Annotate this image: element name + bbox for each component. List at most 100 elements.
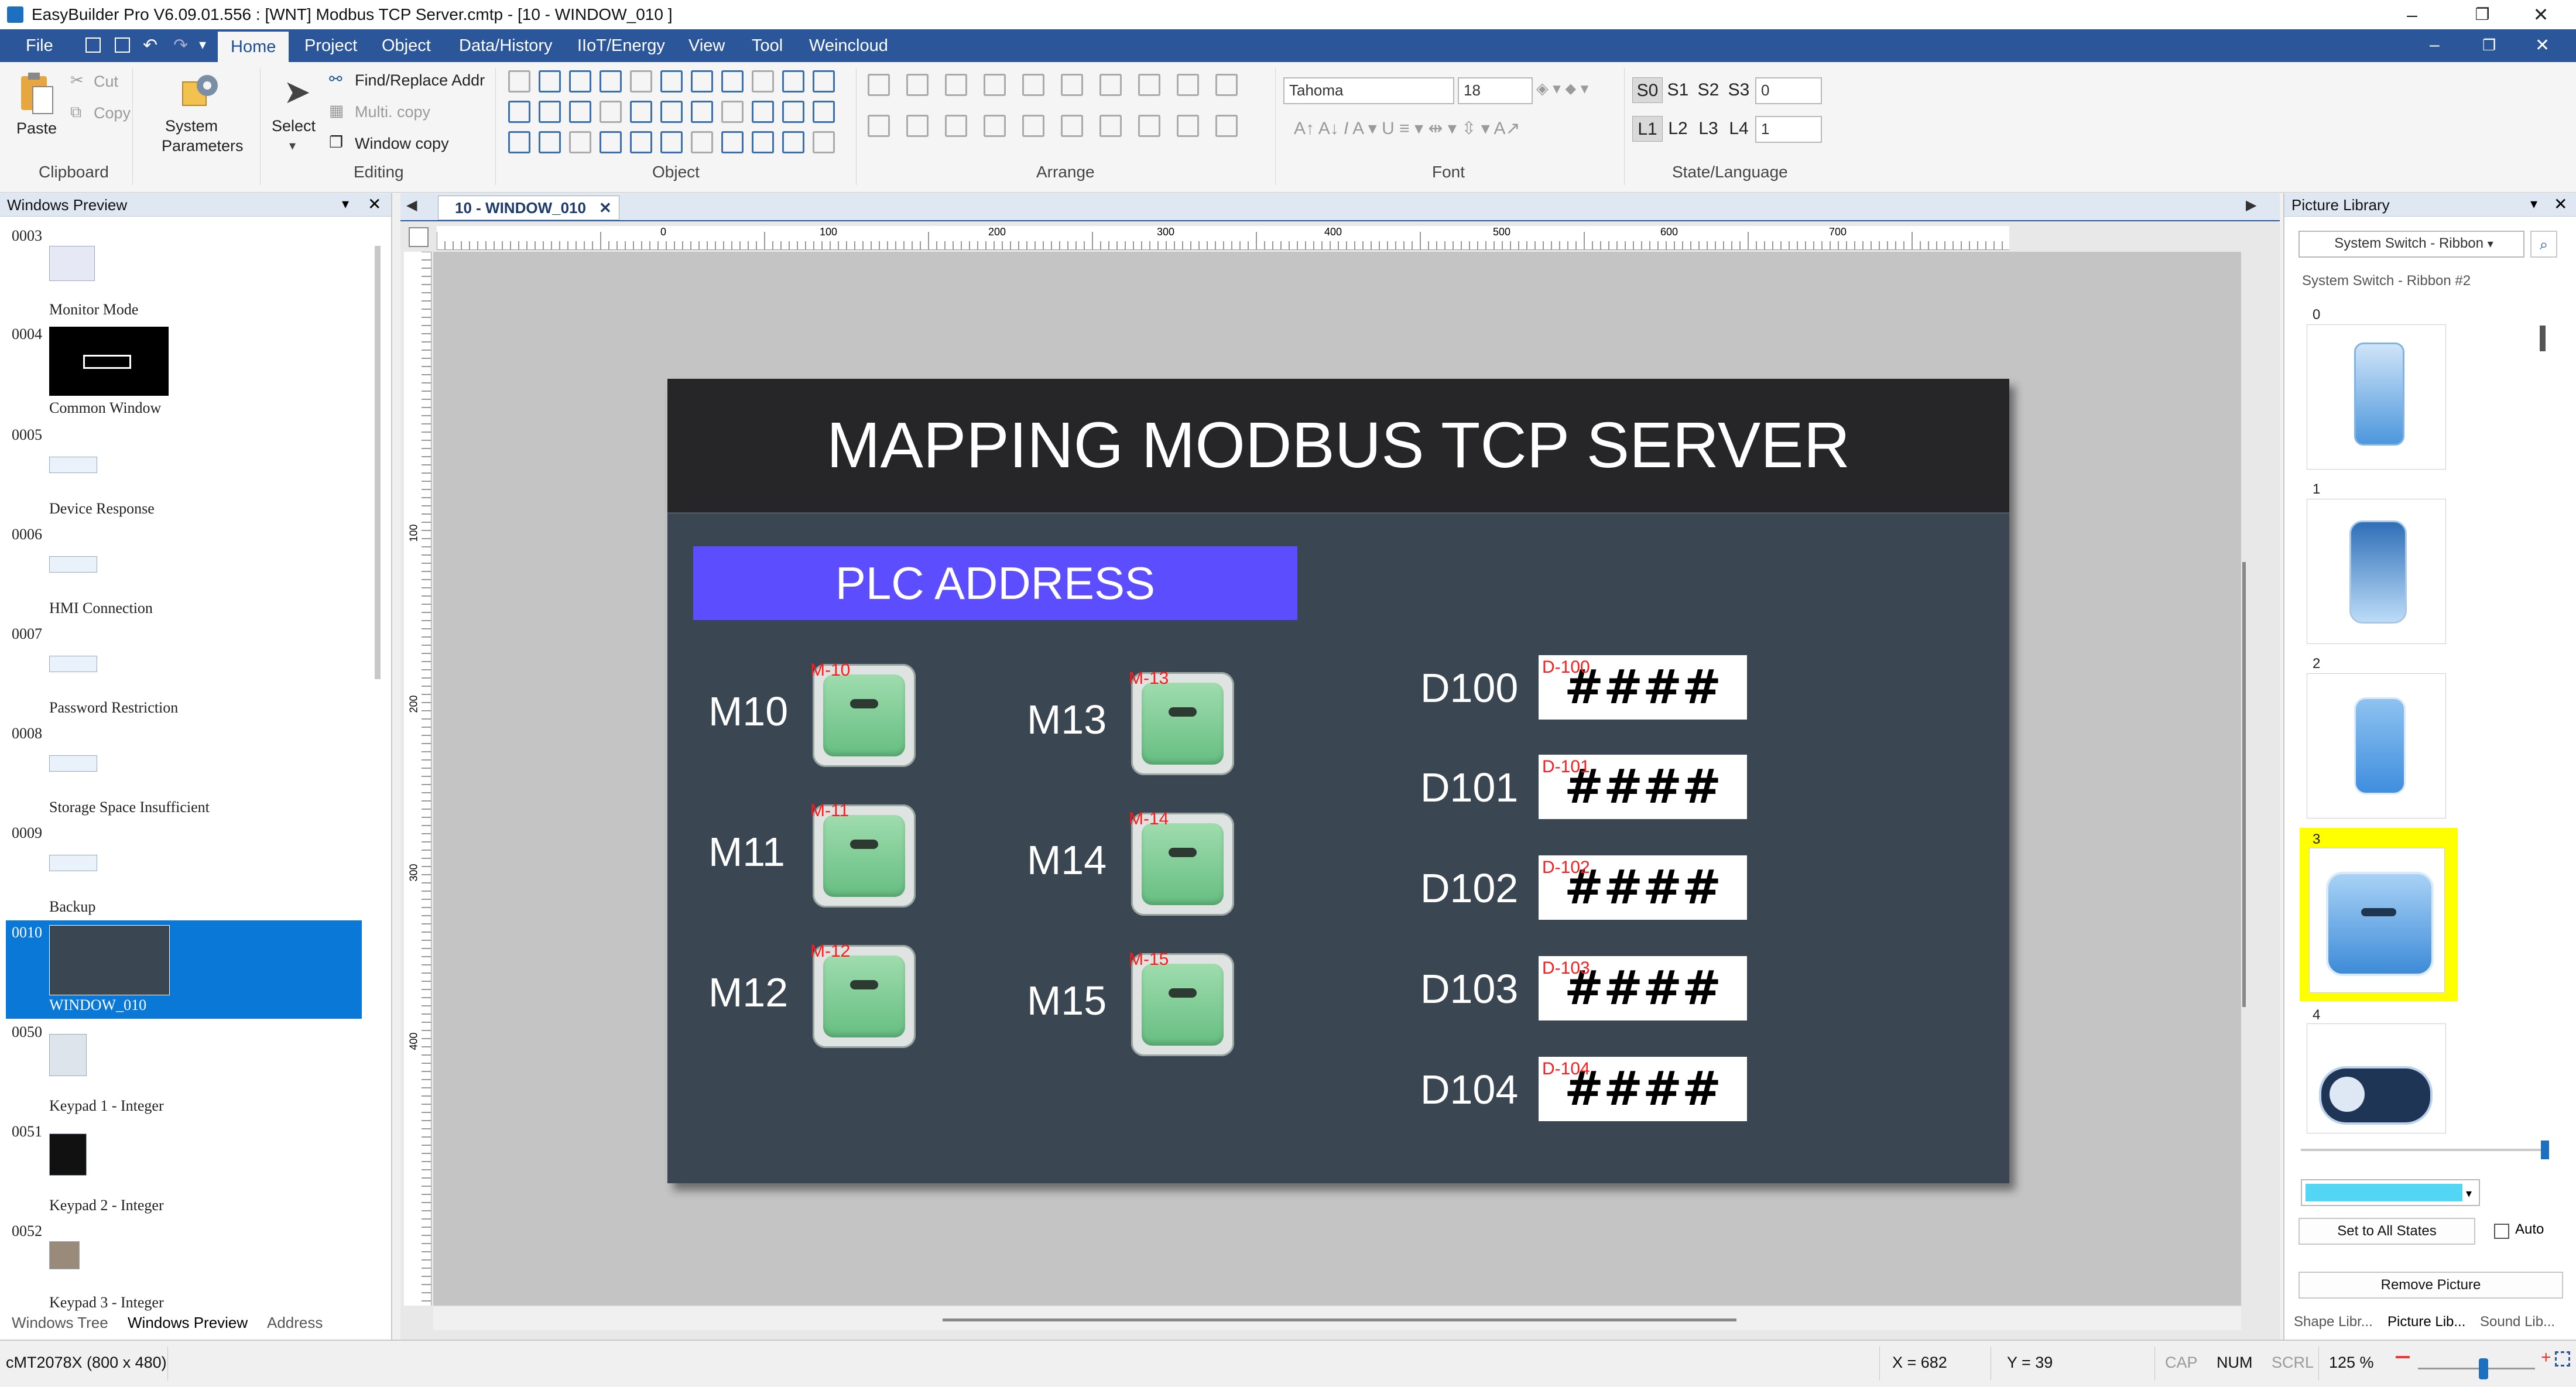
quick-access-dropdown-icon[interactable]: ▾ [199, 36, 206, 53]
auto-checkbox[interactable] [2494, 1224, 2509, 1239]
window-item-name[interactable]: Storage Space Insufficient [49, 799, 210, 816]
window-item-name[interactable]: Keypad 2 - Integer [49, 1197, 164, 1214]
tab-address[interactable]: Address [267, 1314, 323, 1332]
panel-close-icon[interactable]: ✕ [2554, 194, 2567, 214]
object-tool-icon[interactable] [539, 70, 561, 93]
inner-restore-button[interactable]: ❐ [2482, 36, 2496, 54]
bit-switch-m14[interactable]: M-14 [1129, 809, 1234, 916]
window-thumbnail[interactable] [49, 855, 97, 871]
find-replace-button[interactable]: Find/Replace Addr [355, 71, 485, 90]
tab-close-icon[interactable]: ✕ [599, 196, 612, 220]
object-tool-icon[interactable] [813, 131, 835, 153]
window-thumbnail[interactable] [49, 556, 97, 573]
tab-weincloud[interactable]: Weincloud [796, 29, 901, 62]
object-tool-icon[interactable] [752, 131, 774, 153]
tab-tool[interactable]: Tool [739, 29, 796, 62]
picture-item-0[interactable] [2307, 324, 2446, 470]
window-item-name[interactable]: Keypad 1 - Integer [49, 1097, 164, 1115]
zoom-slider-track[interactable] [2418, 1368, 2535, 1369]
window-thumbnail[interactable] [49, 656, 97, 672]
object-tool-icon[interactable] [508, 131, 530, 153]
remove-picture-button[interactable]: Remove Picture [2298, 1272, 2563, 1299]
redo-icon[interactable]: ↷ [173, 35, 188, 56]
numeric-display-d102[interactable]: #### D-102 [1539, 855, 1747, 920]
picture-item-4[interactable] [2307, 1023, 2446, 1133]
arrange-tool-icon[interactable] [1022, 115, 1044, 137]
tab-home[interactable]: Home [218, 32, 289, 62]
paste-icon[interactable] [18, 70, 55, 116]
panel-dropdown-icon[interactable]: ▾ [2530, 196, 2537, 213]
tab-iiot-energy[interactable]: IIoT/Energy [564, 29, 678, 62]
arrange-tool-icon[interactable] [1061, 74, 1083, 96]
arrange-tool-icon[interactable] [1022, 74, 1044, 96]
window-item-name[interactable]: Device Response [49, 500, 155, 518]
zoom-plus-icon[interactable]: + [2541, 1348, 2551, 1368]
window-copy-button[interactable]: Window copy [355, 135, 449, 153]
window-item-number[interactable]: 0008 [12, 725, 42, 742]
tab-data-history[interactable]: Data/History [446, 29, 566, 62]
font-family-select[interactable]: Tahoma [1283, 77, 1454, 104]
save-icon[interactable] [85, 37, 101, 53]
tab-view[interactable]: View [676, 29, 738, 62]
window-item-name[interactable]: Password Restriction [49, 699, 178, 717]
tab-picture-library[interactable]: Picture Lib... [2384, 1314, 2469, 1330]
arrange-tool-icon[interactable] [868, 115, 890, 137]
system-parameters-label-2[interactable]: Parameters [162, 137, 244, 155]
language-number-stepper[interactable]: 1 [1755, 116, 1822, 143]
object-tool-icon[interactable] [782, 101, 804, 123]
object-tool-icon[interactable] [691, 70, 713, 93]
object-tool-icon[interactable] [508, 101, 530, 123]
window-thumbnail[interactable] [49, 1034, 87, 1076]
window-item-number[interactable]: 0009 [12, 824, 42, 842]
arrange-tool-icon[interactable] [945, 115, 967, 137]
bit-switch-m15[interactable]: M-15 [1129, 950, 1234, 1056]
picture-color-select[interactable]: ▾ [2301, 1179, 2480, 1206]
bit-switch-m11[interactable]: M-11 [810, 801, 916, 907]
paste-button[interactable]: Paste [16, 119, 57, 138]
copy-button[interactable]: Copy [94, 104, 131, 122]
multi-copy-button[interactable]: Multi. copy [355, 103, 430, 121]
picture-item-1[interactable] [2307, 499, 2446, 644]
save-all-icon[interactable] [115, 37, 130, 53]
window-item-number[interactable]: 0006 [12, 526, 42, 543]
state-number-stepper[interactable]: 0 [1755, 77, 1822, 104]
tab-object[interactable]: Object [369, 29, 444, 62]
fit-to-window-icon[interactable] [2555, 1351, 2570, 1367]
object-tool-icon[interactable] [752, 101, 774, 123]
window-thumbnail[interactable] [49, 246, 95, 281]
horizontal-scrollbar[interactable] [433, 1307, 2241, 1330]
object-tool-icon[interactable] [721, 70, 744, 93]
arrange-tool-icon[interactable] [1215, 74, 1238, 96]
object-tool-icon[interactable] [508, 70, 530, 93]
cut-icon[interactable]: ✂ [70, 71, 84, 90]
window-thumbnail[interactable] [49, 755, 97, 772]
tab-windows-preview[interactable]: Windows Preview [123, 1314, 253, 1332]
object-tool-icon[interactable] [600, 131, 622, 153]
lang-l2-button[interactable]: L2 [1663, 116, 1693, 142]
select-dropdown-icon[interactable]: ▾ [289, 138, 296, 153]
object-tool-icon[interactable] [600, 101, 622, 123]
numeric-display-d100[interactable]: #### D-100 [1539, 655, 1747, 720]
state-s2-button[interactable]: S2 [1693, 77, 1724, 103]
arrange-tool-icon[interactable] [1215, 115, 1238, 137]
object-tool-icon[interactable] [691, 131, 713, 153]
lang-l3-button[interactable]: L3 [1693, 116, 1724, 142]
select-button[interactable]: Select [272, 117, 316, 135]
minimize-button[interactable]: – [2377, 0, 2447, 29]
arrange-tool-icon[interactable] [1099, 115, 1122, 137]
library-search-icon[interactable]: ⌕ [2530, 231, 2557, 258]
state-s3-button[interactable]: S3 [1724, 77, 1754, 103]
picture-item-2[interactable] [2307, 673, 2446, 818]
zoom-minus-icon[interactable] [2396, 1356, 2410, 1358]
arrange-tool-icon[interactable] [906, 74, 929, 96]
set-to-all-states-button[interactable]: Set to All States [2298, 1218, 2475, 1245]
window-item-name[interactable]: Backup [49, 898, 95, 916]
select-arrow-icon[interactable]: ➤ [283, 73, 311, 111]
window-item-number[interactable]: 0051 [12, 1123, 42, 1141]
picture-list-scrollbar[interactable] [2540, 326, 2546, 351]
object-tool-icon[interactable] [660, 70, 683, 93]
arrange-tool-icon[interactable] [1177, 115, 1199, 137]
font-style-tools[interactable]: A↑ A↓ I A ▾ U ≡ ▾ ⇹ ▾ ⇳ ▾ A↗ [1294, 118, 1520, 139]
close-button[interactable]: ✕ [2506, 0, 2576, 29]
tab-windows-tree[interactable]: Windows Tree [12, 1314, 108, 1332]
